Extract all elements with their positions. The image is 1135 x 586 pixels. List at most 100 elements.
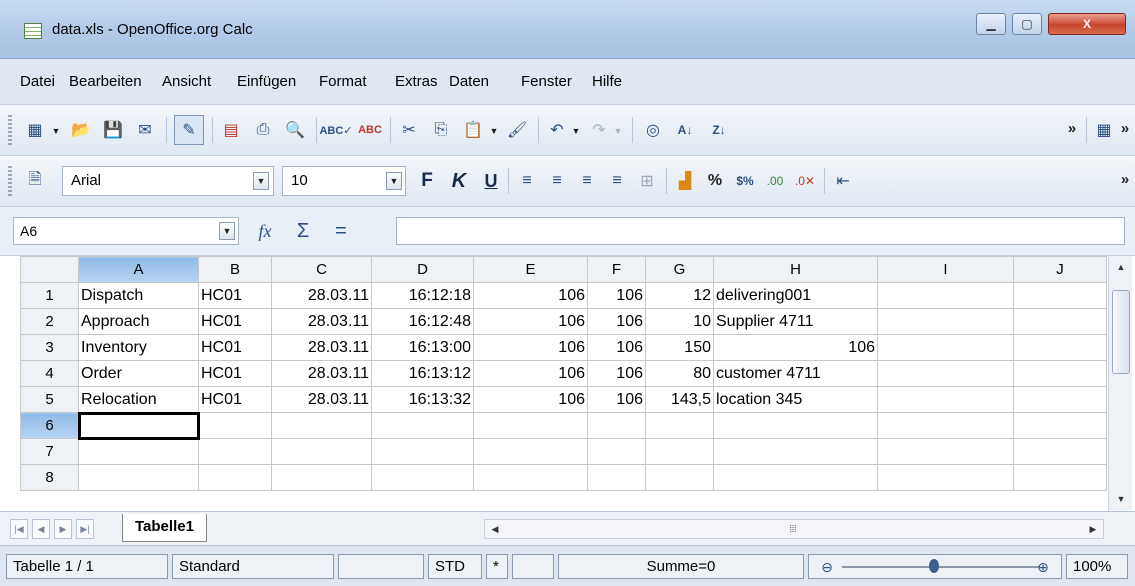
spellcheck-icon[interactable]: ABC✓ <box>319 117 352 143</box>
cell-j8[interactable] <box>1013 464 1107 491</box>
cell-i6[interactable] <box>877 412 1014 439</box>
paste-icon[interactable]: 📋 <box>460 117 486 143</box>
cell-e8[interactable] <box>473 464 588 491</box>
column-header-d[interactable]: D <box>371 256 474 283</box>
vertical-scroll-thumb[interactable] <box>1112 290 1130 374</box>
cell-b2[interactable]: HC01 <box>198 308 272 335</box>
function-wizard-button[interactable]: fx <box>250 217 280 245</box>
align-center-icon[interactable]: ≡ <box>544 168 570 194</box>
cell-a7[interactable] <box>78 438 199 465</box>
merge-cells-icon[interactable]: ⊞ <box>634 168 660 194</box>
row-header[interactable]: 8 <box>20 464 79 491</box>
cell-j1[interactable] <box>1013 282 1107 309</box>
column-header-c[interactable]: C <box>271 256 372 283</box>
cell-f5[interactable]: 106 <box>587 386 646 413</box>
cell-e5[interactable]: 106 <box>473 386 588 413</box>
menu-ansicht[interactable]: Ansicht <box>162 73 211 90</box>
horizontal-scroll-grip-icon[interactable]: ⦙⦙⦙ <box>783 522 803 536</box>
new-document-icon[interactable]: ▦ <box>22 117 48 143</box>
cell-f3[interactable]: 106 <box>587 334 646 361</box>
cell-d3[interactable]: 16:13:00 <box>371 334 474 361</box>
selection-mode[interactable]: STD <box>428 554 482 579</box>
cell-c2[interactable]: 28.03.11 <box>271 308 372 335</box>
cell-e2[interactable]: 106 <box>473 308 588 335</box>
column-header-h[interactable]: H <box>713 256 878 283</box>
justify-icon[interactable]: ≡ <box>604 168 630 194</box>
cell-b3[interactable]: HC01 <box>198 334 272 361</box>
cell-i2[interactable] <box>877 308 1014 335</box>
cell-a1[interactable]: Dispatch <box>78 282 199 309</box>
chart-icon[interactable]: ▦ <box>1092 117 1116 143</box>
new-dropdown-icon[interactable]: ▼ <box>50 123 62 139</box>
toolbar-grip[interactable] <box>8 166 12 196</box>
row-header[interactable]: 6 <box>20 412 79 439</box>
cell-j3[interactable] <box>1013 334 1107 361</box>
cell-i3[interactable] <box>877 334 1014 361</box>
select-all-corner[interactable] <box>20 256 79 283</box>
cell-h6[interactable] <box>713 412 878 439</box>
cell-f1[interactable]: 106 <box>587 282 646 309</box>
toolbar-overflow-icon[interactable]: » <box>1064 115 1080 141</box>
toolbar-overflow-icon[interactable]: » <box>1118 115 1132 141</box>
cell-e4[interactable]: 106 <box>473 360 588 387</box>
cell-g7[interactable] <box>645 438 714 465</box>
cell-a6[interactable] <box>77 411 200 440</box>
cell-b5[interactable]: HC01 <box>198 386 272 413</box>
menu-format[interactable]: Format <box>319 73 367 90</box>
cell-g5[interactable]: 143,5 <box>645 386 714 413</box>
cell-d6[interactable] <box>371 412 474 439</box>
cell-i8[interactable] <box>877 464 1014 491</box>
cell-j4[interactable] <box>1013 360 1107 387</box>
cell-h1[interactable]: delivering001 <box>713 282 878 309</box>
undo-icon[interactable]: ↶ <box>544 117 570 143</box>
scroll-down-icon[interactable]: ▼ <box>1113 492 1129 506</box>
align-left-icon[interactable]: ≡ <box>514 168 540 194</box>
decrease-indent-icon[interactable]: ⇤ <box>830 168 856 194</box>
font-size-dropdown-icon[interactable]: ▼ <box>386 172 402 190</box>
delete-decimal-icon[interactable]: .0✕ <box>792 168 818 194</box>
cell-c6[interactable] <box>271 412 372 439</box>
cell-c5[interactable]: 28.03.11 <box>271 386 372 413</box>
column-header-e[interactable]: E <box>473 256 588 283</box>
print-icon[interactable]: ⎙ <box>250 117 276 143</box>
cell-d4[interactable]: 16:13:12 <box>371 360 474 387</box>
bold-button[interactable]: F <box>414 168 440 194</box>
undo-dropdown-icon[interactable]: ▼ <box>570 123 582 139</box>
cell-h8[interactable] <box>713 464 878 491</box>
cell-g3[interactable]: 150 <box>645 334 714 361</box>
cell-b4[interactable]: HC01 <box>198 360 272 387</box>
open-folder-icon[interactable]: 📂 <box>68 117 94 143</box>
cell-j2[interactable] <box>1013 308 1107 335</box>
zoom-knob[interactable] <box>929 559 939 573</box>
name-box[interactable]: A6 <box>13 217 239 245</box>
cell-i7[interactable] <box>877 438 1014 465</box>
format-paintbrush-icon[interactable]: 🖌 <box>504 117 530 143</box>
cell-b7[interactable] <box>198 438 272 465</box>
cell-a5[interactable]: Relocation <box>78 386 199 413</box>
zoom-out-icon[interactable]: ⊖ <box>818 558 836 576</box>
scroll-left-icon[interactable]: ◀ <box>489 522 501 536</box>
scroll-right-icon[interactable]: ▶ <box>1087 522 1099 536</box>
cell-j5[interactable] <box>1013 386 1107 413</box>
navigator-icon[interactable]: ◎ <box>640 117 666 143</box>
horizontal-scrollbar[interactable]: ◀ ⦙⦙⦙ ▶ <box>484 519 1104 539</box>
cell-d8[interactable] <box>371 464 474 491</box>
cell-j7[interactable] <box>1013 438 1107 465</box>
next-sheet-icon[interactable]: ▶ <box>54 519 72 539</box>
copy-icon[interactable]: ⎘ <box>428 117 454 143</box>
sort-ascending-icon[interactable]: A↓ <box>672 117 698 143</box>
underline-button[interactable]: U <box>478 168 504 194</box>
save-icon[interactable]: 💾 <box>100 117 126 143</box>
edit-file-icon[interactable]: ✎ <box>174 115 204 145</box>
minimize-button[interactable]: ▁ <box>976 13 1006 35</box>
maximize-button[interactable]: ▢ <box>1012 13 1042 35</box>
menu-extras[interactable]: Extras <box>395 73 438 90</box>
cell-d1[interactable]: 16:12:18 <box>371 282 474 309</box>
sort-descending-icon[interactable]: Z↓ <box>706 117 732 143</box>
name-box-dropdown-icon[interactable]: ▼ <box>219 222 235 240</box>
last-sheet-icon[interactable]: ▶| <box>76 519 94 539</box>
column-header-j[interactable]: J <box>1013 256 1107 283</box>
cell-g4[interactable]: 80 <box>645 360 714 387</box>
formula-input[interactable] <box>396 217 1125 245</box>
cell-i5[interactable] <box>877 386 1014 413</box>
